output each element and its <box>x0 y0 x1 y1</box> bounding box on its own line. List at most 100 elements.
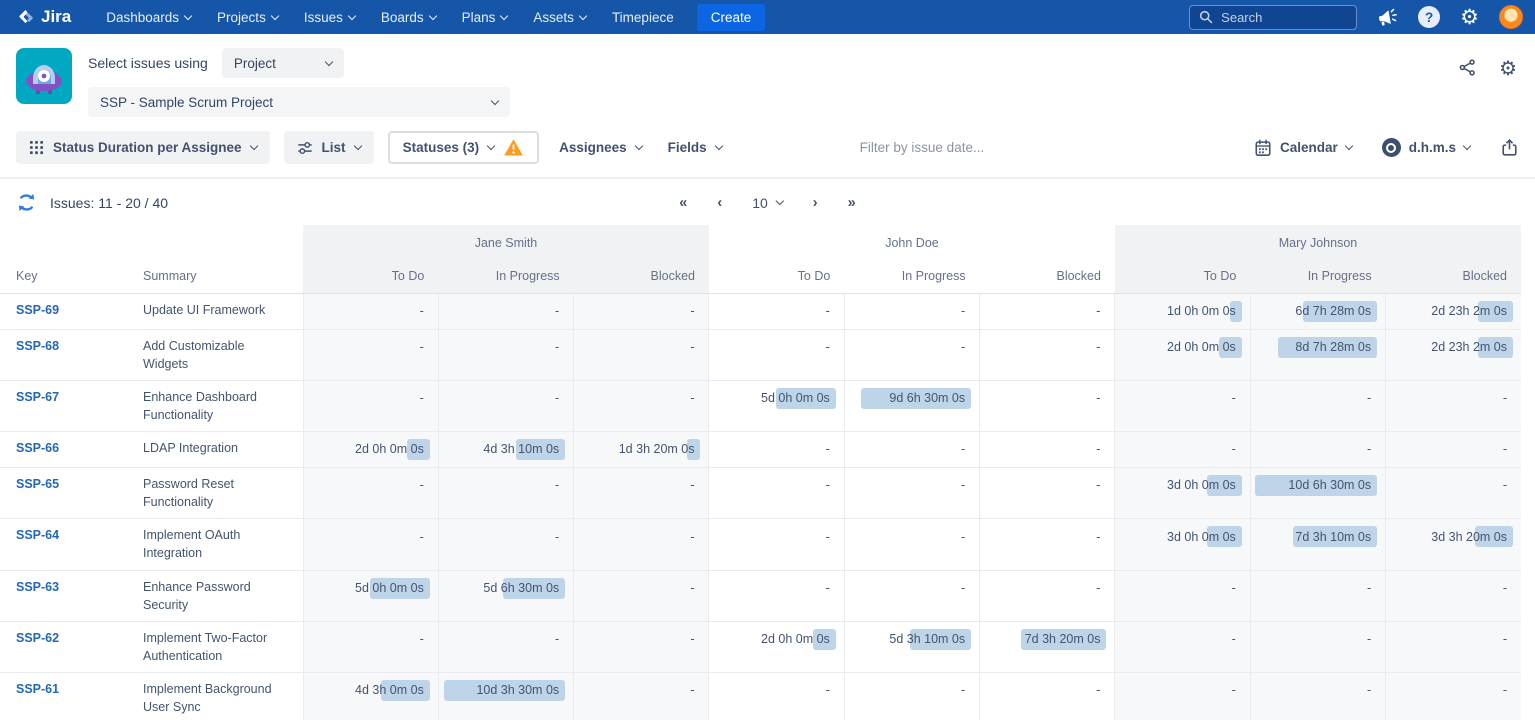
statuses-filter[interactable]: Statuses (3) <box>388 131 540 164</box>
nav-item-timepiece[interactable]: Timepiece <box>599 10 687 25</box>
issue-key-link[interactable]: SSP-67 <box>16 390 59 404</box>
prev-page-button[interactable]: ‹ <box>717 195 722 211</box>
duration-empty: - <box>1503 389 1507 407</box>
issue-source-select[interactable]: Project <box>222 48 344 78</box>
issue-key-link[interactable]: SSP-66 <box>16 441 59 455</box>
nav-item-assets[interactable]: Assets <box>520 10 599 25</box>
view-select[interactable]: List <box>284 131 374 164</box>
issue-key-link[interactable]: SSP-61 <box>16 682 59 696</box>
duration-empty: - <box>826 528 830 546</box>
duration-empty: - <box>1367 440 1371 458</box>
issues-count: Issues: 11 - 20 / 40 <box>50 195 168 211</box>
duration-empty: - <box>826 681 830 699</box>
report-type-select[interactable]: Status Duration per Assignee <box>16 131 270 164</box>
duration-empty: - <box>1232 440 1236 458</box>
column-header-mary-johnson-blocked[interactable]: Blocked <box>1386 260 1521 293</box>
results-table: Jane SmithJohn DoeMary JohnsonKeySummary… <box>0 225 1521 720</box>
duration-empty: - <box>690 302 694 320</box>
issue-key-link[interactable]: SSP-65 <box>16 477 59 491</box>
issues-bar: Issues: 11 - 20 / 40 « ‹ 10 › » <box>0 179 1535 225</box>
column-header-mary-johnson-to-do[interactable]: To Do <box>1115 260 1250 293</box>
issue-key-link[interactable]: SSP-64 <box>16 528 59 542</box>
nav-item-plans[interactable]: Plans <box>449 10 521 25</box>
duration-empty: - <box>961 528 965 546</box>
duration-cell: - <box>574 621 709 672</box>
duration-empty: - <box>1096 338 1100 356</box>
report-toolbar: Status Duration per Assignee List Status… <box>0 125 1535 179</box>
issue-key-link[interactable]: SSP-68 <box>16 339 59 353</box>
jira-logo[interactable]: Jira <box>16 7 71 27</box>
export-button[interactable] <box>1500 138 1519 157</box>
first-page-button[interactable]: « <box>679 195 687 211</box>
duration-cell: - <box>574 570 709 621</box>
duration-cell: - <box>1250 432 1385 468</box>
issue-key-cell: SSP-61 <box>0 673 135 720</box>
settings-gear-icon[interactable]: ⚙ <box>1460 7 1479 28</box>
column-header-jane-smith-in-progress[interactable]: In Progress <box>438 260 573 293</box>
column-header-john-doe-in-progress[interactable]: In Progress <box>844 260 979 293</box>
create-button[interactable]: Create <box>697 4 766 31</box>
nav-item-dashboards[interactable]: Dashboards <box>93 10 204 25</box>
duration-value: 5d 6h 30m 0s <box>483 579 559 597</box>
duration-cell: 6d 7h 28m 0s <box>1250 293 1385 329</box>
duration-empty: - <box>1232 579 1236 597</box>
duration-value: 1d 0h 0m 0s <box>1167 302 1236 320</box>
duration-cell: - <box>303 468 438 519</box>
duration-empty: - <box>961 440 965 458</box>
issue-key-link[interactable]: SSP-62 <box>16 631 59 645</box>
table-row: SSP-65Password Reset Functionality------… <box>0 468 1521 519</box>
column-header-key[interactable]: Key <box>0 260 135 293</box>
project-select[interactable]: SSP - Sample Scrum Project <box>88 87 510 117</box>
user-avatar[interactable] <box>1499 5 1523 29</box>
duration-cell: 2d 23h 2m 0s <box>1386 329 1521 380</box>
search-input[interactable] <box>1221 10 1341 25</box>
next-page-button[interactable]: › <box>813 195 818 211</box>
duration-empty: - <box>1096 476 1100 494</box>
global-search[interactable] <box>1189 5 1357 30</box>
issue-key-link[interactable]: SSP-69 <box>16 303 59 317</box>
fields-filter[interactable]: Fields <box>662 131 728 164</box>
issue-key-link[interactable]: SSP-63 <box>16 580 59 594</box>
help-button[interactable]: ? <box>1418 6 1440 28</box>
share-button[interactable] <box>1458 58 1477 82</box>
chevron-down-icon <box>634 142 642 150</box>
refresh-button[interactable] <box>16 192 37 213</box>
duration-value: 2d 0h 0m 0s <box>761 630 830 648</box>
column-header-summary[interactable]: Summary <box>135 260 303 293</box>
column-header-john-doe-blocked[interactable]: Blocked <box>980 260 1115 293</box>
chevron-down-icon <box>1463 142 1471 150</box>
nav-item-issues[interactable]: Issues <box>291 10 368 25</box>
nav-right: ? ⚙ <box>1189 5 1523 30</box>
duration-empty: - <box>961 302 965 320</box>
issue-date-filter[interactable]: Filter by issue date... <box>860 140 985 155</box>
assignees-filter[interactable]: Assignees <box>553 131 648 164</box>
megaphone-icon[interactable] <box>1376 5 1400 29</box>
chevron-down-icon <box>714 142 722 150</box>
duration-cell: 10d 6h 30m 0s <box>1250 468 1385 519</box>
duration-empty: - <box>420 302 424 320</box>
duration-value: 2d 23h 2m 0s <box>1431 338 1507 356</box>
page-size-select[interactable]: 10 <box>752 195 783 211</box>
column-header-jane-smith-blocked[interactable]: Blocked <box>574 260 709 293</box>
search-icon <box>1199 10 1213 24</box>
duration-cell: - <box>438 380 573 431</box>
jira-logo-icon <box>16 8 35 27</box>
column-header-mary-johnson-in-progress[interactable]: In Progress <box>1250 260 1385 293</box>
duration-cell: - <box>438 519 573 570</box>
column-header-john-doe-to-do[interactable]: To Do <box>709 260 844 293</box>
calendar-select[interactable]: Calendar <box>1254 139 1352 157</box>
duration-cell: - <box>1250 570 1385 621</box>
last-page-button[interactable]: » <box>848 195 856 211</box>
chevron-down-icon <box>500 11 508 19</box>
duration-cell: 2d 0h 0m 0s <box>709 621 844 672</box>
time-format-select[interactable]: d.h.m.s <box>1382 138 1470 157</box>
column-header-jane-smith-to-do[interactable]: To Do <box>303 260 438 293</box>
duration-cell: - <box>980 293 1115 329</box>
duration-cell: - <box>844 293 979 329</box>
pagination: « ‹ 10 › » <box>679 195 855 211</box>
nav-item-projects[interactable]: Projects <box>204 10 291 25</box>
report-settings-gear-icon[interactable]: ⚙ <box>1499 58 1517 78</box>
duration-cell: - <box>709 468 844 519</box>
nav-item-boards[interactable]: Boards <box>368 10 449 25</box>
duration-cell: - <box>844 329 979 380</box>
